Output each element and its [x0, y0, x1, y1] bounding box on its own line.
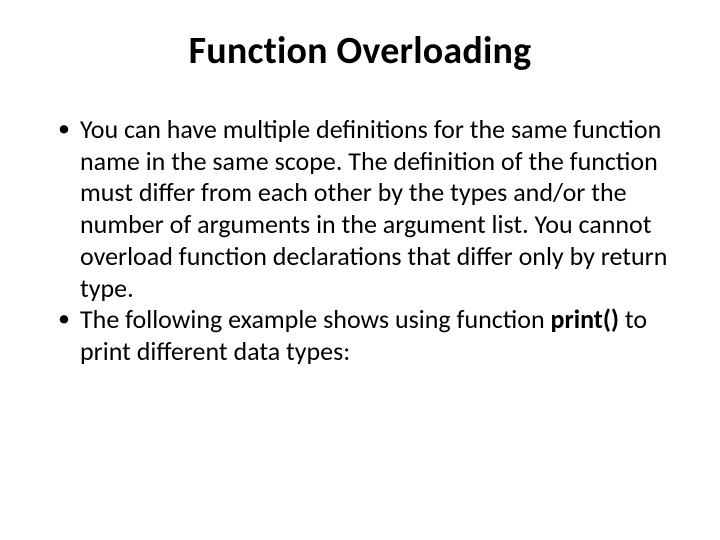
bullet-item: You can have multiple definitions for th…	[58, 114, 680, 304]
bullet-item: The following example shows using functi…	[58, 304, 680, 367]
bullet-list: You can have multiple definitions for th…	[40, 114, 680, 368]
slide: Function Overloading You can have multip…	[0, 0, 720, 540]
bullet-text-bold: print()	[551, 303, 620, 335]
slide-title: Function Overloading	[40, 28, 680, 74]
bullet-text: You can have multiple definitions for th…	[80, 113, 667, 304]
bullet-text-prefix: The following example shows using functi…	[80, 303, 551, 335]
